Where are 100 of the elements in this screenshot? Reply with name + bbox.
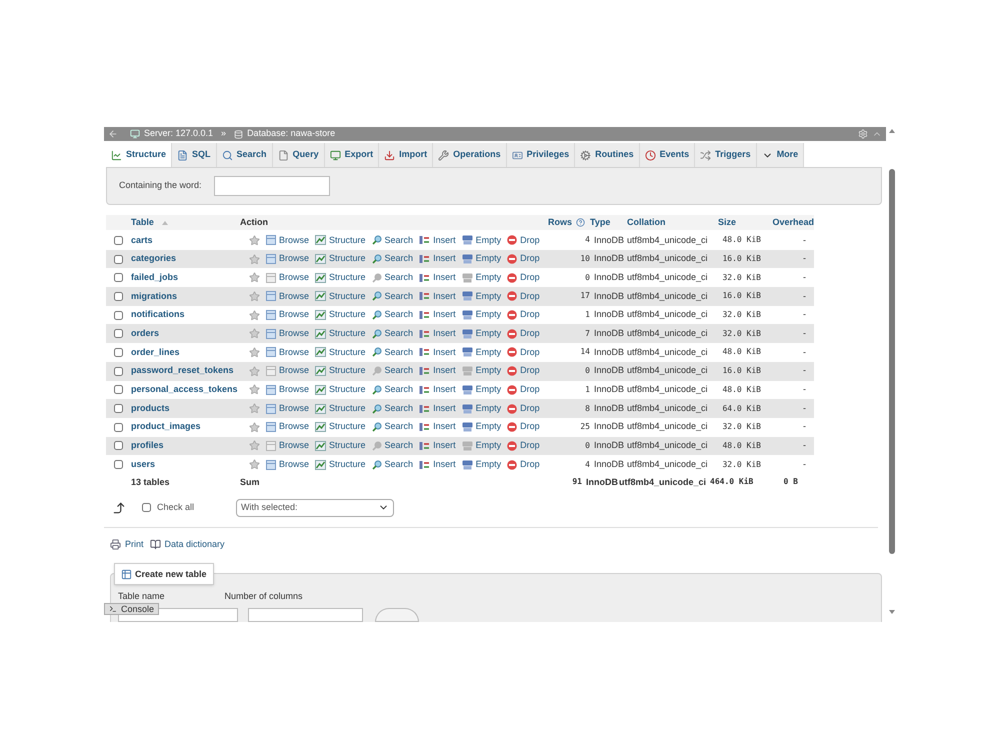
action-link[interactable]: Structure: [329, 364, 366, 378]
tab[interactable]: Events: [640, 143, 696, 167]
row-checkbox[interactable]: [114, 460, 123, 470]
action-link[interactable]: Empty: [476, 327, 502, 341]
column-header[interactable]: Overhead: [766, 216, 814, 230]
action-link[interactable]: Empty: [476, 439, 502, 453]
star-icon[interactable]: [249, 310, 260, 321]
star-icon[interactable]: [249, 254, 260, 265]
action-link[interactable]: Search: [384, 458, 414, 472]
tab[interactable]: Routines: [575, 143, 640, 167]
action-link[interactable]: Empty: [476, 420, 502, 434]
tab[interactable]: Privileges: [506, 143, 576, 167]
action-link[interactable]: Insert: [433, 290, 456, 304]
tab[interactable]: Search: [216, 143, 273, 167]
action-link[interactable]: Drop: [520, 234, 540, 248]
action-link[interactable]: Search: [384, 290, 414, 304]
action-link[interactable]: Search: [384, 439, 414, 453]
action-link[interactable]: Insert: [433, 270, 456, 284]
column-header[interactable]: Table: [131, 216, 240, 230]
table-name-link[interactable]: password_reset_tokens: [131, 364, 249, 378]
table-name-link[interactable]: users: [131, 458, 249, 472]
action-link[interactable]: Search: [384, 308, 414, 322]
action-link[interactable]: Browse: [279, 420, 310, 434]
action-link[interactable]: Insert: [433, 439, 456, 453]
action-link[interactable]: Drop: [520, 252, 540, 266]
action-link[interactable]: Browse: [279, 270, 310, 284]
action-link[interactable]: Search: [384, 383, 414, 397]
action-link[interactable]: Structure: [329, 270, 366, 284]
columns-field[interactable]: [248, 608, 363, 622]
action-link[interactable]: Drop: [520, 439, 540, 453]
row-checkbox[interactable]: [114, 366, 123, 376]
action-link[interactable]: Empty: [476, 364, 502, 378]
table-name-link[interactable]: product_images: [131, 420, 249, 434]
action-link[interactable]: Drop: [520, 383, 540, 397]
action-link[interactable]: Insert: [433, 308, 456, 322]
print-link[interactable]: Print: [125, 538, 144, 552]
star-icon[interactable]: [249, 384, 260, 396]
action-link[interactable]: Browse: [279, 308, 310, 322]
action-link[interactable]: Search: [384, 364, 414, 378]
action-link[interactable]: Structure: [329, 346, 366, 360]
column-header[interactable]: Size: [718, 216, 766, 230]
row-checkbox[interactable]: [114, 292, 123, 301]
action-link[interactable]: Empty: [476, 383, 502, 397]
tab[interactable]: Query: [272, 143, 325, 167]
row-checkbox[interactable]: [114, 385, 123, 394]
column-header[interactable]: Rows: [548, 216, 590, 230]
help-icon[interactable]: [576, 218, 586, 227]
action-link[interactable]: Drop: [520, 327, 540, 341]
row-checkbox[interactable]: [114, 348, 123, 357]
action-link[interactable]: Browse: [279, 234, 310, 248]
action-link[interactable]: Drop: [520, 270, 540, 284]
settings-icon[interactable]: [858, 129, 868, 139]
filter-field[interactable]: [214, 176, 330, 196]
action-link[interactable]: Search: [384, 402, 414, 416]
action-link[interactable]: Drop: [520, 458, 540, 472]
action-link[interactable]: Insert: [433, 458, 456, 472]
table-name-link[interactable]: orders: [131, 327, 249, 341]
action-link[interactable]: Structure: [329, 402, 366, 416]
tab[interactable]: More: [756, 143, 804, 167]
action-link[interactable]: Browse: [279, 364, 310, 378]
table-name-link[interactable]: carts: [131, 234, 249, 248]
action-link[interactable]: Empty: [476, 346, 502, 360]
action-link[interactable]: Empty: [476, 308, 502, 322]
star-icon[interactable]: [249, 366, 260, 377]
action-link[interactable]: Browse: [279, 327, 310, 341]
action-link[interactable]: Empty: [476, 458, 502, 472]
action-link[interactable]: Browse: [279, 458, 310, 472]
action-link[interactable]: Structure: [329, 234, 366, 248]
action-link[interactable]: Drop: [520, 420, 540, 434]
action-link[interactable]: Structure: [329, 420, 366, 434]
row-checkbox[interactable]: [114, 404, 123, 414]
action-link[interactable]: Insert: [433, 234, 456, 248]
action-link[interactable]: Empty: [476, 252, 502, 266]
action-link[interactable]: Structure: [329, 327, 366, 341]
tab[interactable]: Operations: [433, 143, 507, 167]
check-all-label[interactable]: Check all: [157, 501, 194, 515]
action-link[interactable]: Structure: [329, 290, 366, 304]
action-link[interactable]: Insert: [433, 402, 456, 416]
star-icon[interactable]: [249, 328, 260, 340]
star-icon[interactable]: [249, 272, 260, 284]
action-link[interactable]: Insert: [433, 346, 456, 360]
action-link[interactable]: Insert: [433, 327, 456, 341]
tab[interactable]: Import: [379, 143, 434, 167]
action-link[interactable]: Browse: [279, 439, 310, 453]
action-link[interactable]: Empty: [476, 270, 502, 284]
row-checkbox[interactable]: [114, 329, 123, 338]
action-link[interactable]: Structure: [329, 383, 366, 397]
row-checkbox[interactable]: [114, 310, 123, 320]
tab[interactable]: SQL: [172, 143, 217, 167]
action-link[interactable]: Browse: [279, 346, 310, 360]
action-link[interactable]: Search: [384, 234, 414, 248]
action-link[interactable]: Browse: [279, 402, 310, 416]
star-icon[interactable]: [249, 234, 260, 246]
star-icon[interactable]: [249, 440, 260, 452]
action-link[interactable]: Insert: [433, 252, 456, 266]
action-link[interactable]: Browse: [279, 252, 310, 266]
action-link[interactable]: Search: [384, 327, 414, 341]
table-name-link[interactable]: order_lines: [131, 346, 249, 360]
action-link[interactable]: Search: [384, 252, 414, 266]
row-checkbox[interactable]: [114, 422, 123, 432]
